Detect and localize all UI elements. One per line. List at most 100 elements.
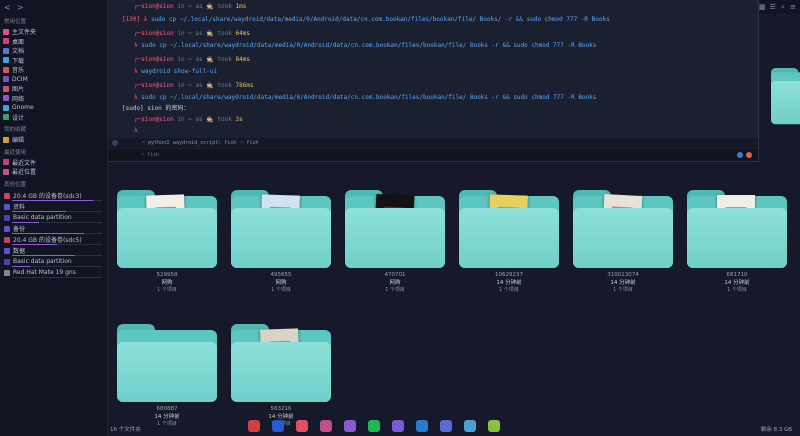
sidebar-item[interactable]: 设计	[0, 113, 107, 123]
terminal-line: ┌─sion@sion in ~ as 🧙 took 64ms	[134, 30, 250, 37]
sidebar-item[interactable]: 桌面	[0, 37, 107, 47]
spotify-icon[interactable]	[368, 420, 380, 432]
sidebar-item-label: 编辑	[12, 137, 25, 145]
vscode-icon[interactable]	[416, 420, 428, 432]
terminal-line: λ sudo cp ~/.local/share/waydroid/data/m…	[134, 94, 596, 101]
folder-icon	[3, 159, 9, 166]
sidebar-item-label: 最近位置	[12, 169, 37, 177]
prompt-in: in	[177, 56, 185, 63]
star-icon[interactable]	[440, 420, 452, 432]
drive-icon	[4, 203, 10, 210]
forward-button[interactable]: >	[17, 3, 24, 12]
folder-icon	[3, 95, 9, 102]
prompt-symbol: λ	[134, 94, 138, 101]
sidebar-item[interactable]: Gnome	[0, 103, 107, 113]
sidebar-section-other[interactable]: 其他位置	[0, 177, 107, 190]
search-icon[interactable]: ⌕	[780, 2, 786, 12]
usage-bar	[12, 254, 102, 256]
app-icon-1[interactable]	[248, 420, 260, 432]
folder-icon	[687, 190, 787, 268]
terminal-text: [sudo] sion 的密码：	[122, 105, 190, 112]
view-list-icon[interactable]: ☰	[770, 2, 776, 12]
prompt-took: took	[217, 56, 232, 63]
sidebar-device[interactable]: Red Hat Mate 19 gns	[2, 268, 105, 278]
folder-modified: 网购	[275, 280, 287, 286]
folder-item[interactable]: 495655 网购 1 个项目	[231, 190, 331, 293]
terminal-tab-2[interactable]: waydroid_script: fish	[173, 140, 236, 146]
sidebar-device[interactable]: 20.4 GB 的设备卷(sdc3)	[2, 191, 105, 201]
prompt-as: as	[195, 3, 203, 10]
terminal-tabs: ~ python3 waydroid_script: fish ~ fish	[108, 138, 758, 148]
terminal-tab-1[interactable]: ~ python3	[142, 140, 169, 146]
sidebar-item[interactable]: 图片	[0, 84, 107, 94]
android-icon[interactable]	[488, 420, 500, 432]
sidebar-device[interactable]: 数据	[2, 246, 105, 256]
sidebar-item[interactable]: 下载	[0, 56, 107, 66]
file-toolbar: ▦ ☰ ⌕ ≡	[759, 0, 800, 14]
folder-item[interactable]: 680887 14 分钟前 1 个项目	[117, 324, 217, 427]
terminal-line: ┌─sion@sion in ~ as 🧙 took 786ms	[134, 82, 254, 89]
folder-icon	[3, 136, 9, 143]
sidebar-item-label: 最近文件	[12, 159, 37, 167]
sidebar-item[interactable]: DCIM	[0, 75, 107, 85]
terminal-menu-icon[interactable]	[112, 140, 118, 146]
file-manager-header: ▦ ☰ ⌕ ≡	[759, 0, 800, 162]
usage-fill	[12, 265, 30, 267]
terminal-icon[interactable]	[272, 420, 284, 432]
sidebar-item-label: 下载	[12, 57, 25, 65]
terminal-line: [130] λ sudo cp ~/.local/share/waydroid/…	[122, 16, 610, 23]
folder-partial[interactable]	[771, 68, 800, 125]
terminal-cursor-line: λ	[134, 127, 138, 134]
menu-icon[interactable]: ≡	[790, 2, 796, 12]
drive-icon	[4, 236, 10, 243]
error-code: [130]	[122, 16, 141, 23]
folder-icon	[231, 190, 331, 268]
folder-icon	[231, 324, 331, 402]
terminal-line: [sudo] sion 的密码：	[122, 103, 189, 112]
terminal-tab-3[interactable]: ~ fish	[240, 140, 258, 146]
folder-item-count: 1 个项目	[499, 287, 519, 293]
sidebar-device[interactable]: Basic data partition	[2, 213, 105, 223]
sidebar-item[interactable]: 主文件夹	[0, 27, 107, 37]
folder-item[interactable]: 470701 网购 1 个项目	[345, 190, 445, 293]
terminal-window[interactable]: ┌─sion@sion in ~ as 🧙 took 1ms [130] λ su…	[108, 0, 759, 162]
sidebar-device[interactable]: 20.4 GB 的设备卷(sdc5)	[2, 235, 105, 245]
settings-icon[interactable]	[320, 420, 332, 432]
drive-icon	[4, 225, 10, 232]
sidebar-item[interactable]: 最近位置	[0, 167, 107, 177]
drive-icon	[4, 214, 10, 221]
sidebar-item[interactable]: 网络	[0, 94, 107, 104]
vpn-icon[interactable]	[392, 420, 404, 432]
device-label: Basic data partition	[13, 258, 72, 265]
sidebar-item[interactable]: 最近文件	[0, 158, 107, 168]
sidebar-device[interactable]: 备份	[2, 224, 105, 234]
terminal-minimize-icon[interactable]	[737, 152, 743, 158]
terminal-line: λ waydroid show-full-ui	[134, 68, 217, 75]
terminal-command: sudo cp ~/.local/share/waydroid/data/med…	[141, 94, 597, 101]
sidebar-device[interactable]: 资料	[2, 202, 105, 212]
folder-item[interactable]: 56321614 分钟前1 个项目	[231, 324, 331, 427]
usage-bar	[12, 221, 102, 223]
sidebar-item[interactable]: 文档	[0, 46, 107, 56]
folder-item[interactable]: 681710 14 分钟前 1 个项目	[687, 190, 787, 293]
sidebar-device[interactable]: Basic data partition	[2, 257, 105, 267]
prompt-dir: ~	[188, 56, 192, 63]
usage-fill	[12, 254, 75, 256]
game-icon[interactable]	[344, 420, 356, 432]
terminal-close-icon[interactable]	[746, 152, 752, 158]
folder-item[interactable]: 529958 网购 1 个项目	[117, 190, 217, 293]
folder-icon	[345, 190, 445, 268]
folder-item[interactable]: 310013074 14 分钟前 1 个项目	[573, 190, 673, 293]
folder-item[interactable]: 10629237 14 分钟前 1 个项目	[459, 190, 559, 293]
folder-icon	[3, 104, 9, 111]
view-grid-icon[interactable]: ▦	[759, 2, 766, 12]
files-icon[interactable]	[296, 420, 308, 432]
sidebar-item[interactable]: 音乐	[0, 65, 107, 75]
prompt-user: sion@sion	[141, 82, 174, 89]
back-button[interactable]: <	[4, 3, 11, 12]
prompt-as: as	[195, 116, 203, 123]
browser-icon[interactable]	[464, 420, 476, 432]
drive-icon	[4, 247, 10, 254]
sidebar-item[interactable]: 编辑	[0, 135, 107, 145]
usage-bar	[12, 276, 102, 278]
